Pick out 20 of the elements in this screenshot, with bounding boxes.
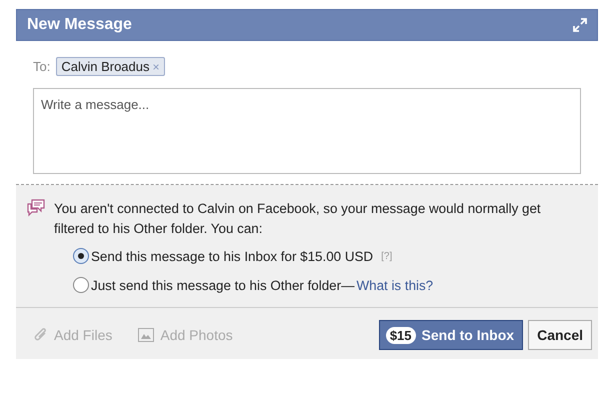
image-icon	[138, 328, 154, 342]
window-title: New Message	[27, 16, 132, 34]
option-label: Just send this message to his Other folder—	[91, 278, 354, 292]
radio-button[interactable]	[73, 277, 89, 293]
paperclip-icon	[34, 327, 48, 343]
to-label: To:	[33, 59, 50, 74]
price-tag: $15	[386, 326, 416, 344]
help-link[interactable]: [?]	[381, 250, 392, 262]
chat-bubbles-icon	[26, 199, 46, 217]
option-label: Send this message to his Inbox for $15.00 USD	[91, 248, 374, 264]
notice-text: You aren't connected to Calvin on Facebook, so your message would normally get filtered to his Other folder. You can:	[54, 200, 542, 238]
send-button[interactable]: $15 Send to Inbox	[378, 320, 524, 350]
cancel-button[interactable]: Cancel	[528, 320, 592, 350]
expand-icon[interactable]	[573, 18, 587, 32]
recipient-name: Calvin Broadus	[61, 59, 150, 74]
send-label: Send to Inbox	[422, 327, 514, 343]
remove-icon[interactable]: ×	[152, 60, 160, 74]
radio-button[interactable]	[73, 248, 89, 264]
message-field[interactable]: Write a message...	[33, 88, 581, 174]
what-is-this-link[interactable]: What is this?	[356, 278, 434, 292]
